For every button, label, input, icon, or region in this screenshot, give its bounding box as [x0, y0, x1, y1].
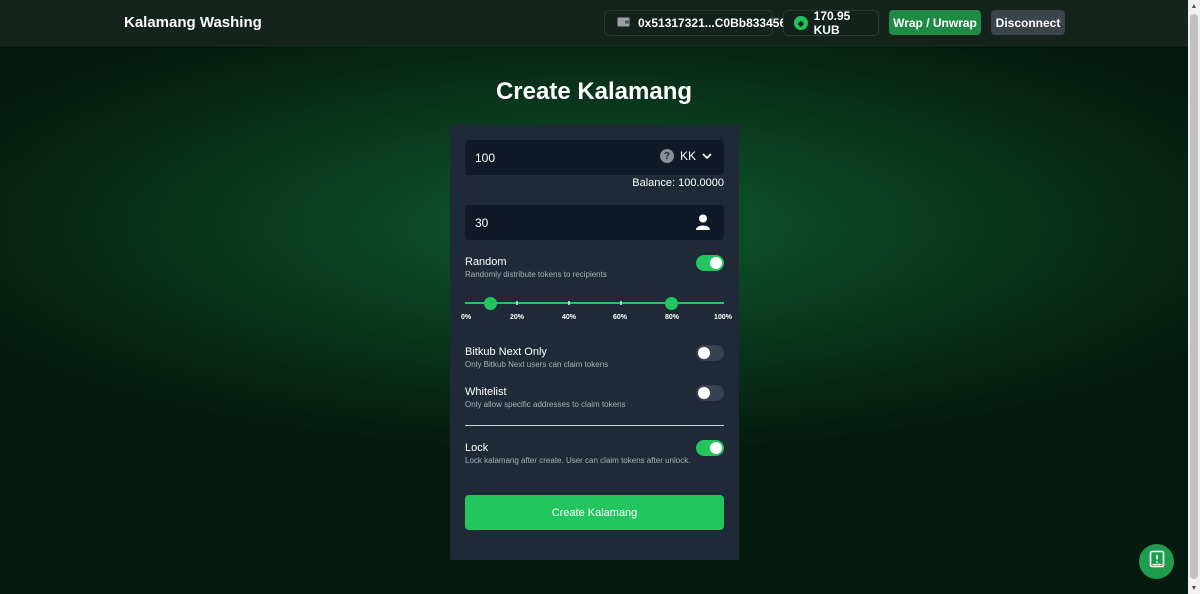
toggle-knob	[698, 387, 710, 399]
wallet-address: 0x51317321...C0Bb833456	[638, 16, 787, 30]
recipients-value: 30	[475, 215, 489, 230]
scroll-thumb[interactable]	[1190, 14, 1198, 579]
top-navbar: Kalamang Washing 0x51317321...C0Bb833456…	[0, 0, 1188, 46]
slider-tick-label: 80%	[664, 314, 680, 321]
whitelist-description: Only allow specific addresses to claim t…	[465, 400, 626, 409]
book-icon	[1149, 550, 1165, 573]
random-label: Random	[465, 256, 507, 268]
brand-title[interactable]: Kalamang Washing	[124, 14, 262, 31]
lock-label: Lock	[465, 442, 489, 454]
help-button[interactable]	[1139, 544, 1174, 579]
token-selector[interactable]: ? KK	[659, 149, 712, 163]
slider-tick-label: 0%	[460, 314, 472, 321]
range-max-thumb[interactable]	[665, 297, 678, 310]
scroll-down-arrow[interactable]: ▼	[1188, 582, 1200, 594]
kub-coin-icon: ◆	[794, 16, 808, 30]
kub-balance: 170.95 KUB	[813, 9, 851, 37]
amount-input[interactable]: 100 ? KK	[465, 140, 724, 175]
slider-tick-label: 20%	[509, 314, 525, 321]
wrap-unwrap-button[interactable]: Wrap / Unwrap	[889, 10, 981, 35]
recipients-input[interactable]: 30	[465, 205, 724, 240]
token-symbol: KK	[679, 149, 696, 163]
scroll-up-arrow[interactable]: ▲	[1188, 0, 1200, 12]
slider-tick-label: 40%	[561, 314, 577, 321]
wallet-address-button[interactable]: 0x51317321...C0Bb833456	[604, 10, 786, 36]
random-range-track[interactable]	[465, 301, 724, 305]
section-divider	[465, 425, 724, 426]
kub-balance-button[interactable]: ◆ 170.95 KUB	[783, 9, 879, 37]
page-title: Create Kalamang	[495, 78, 693, 105]
random-toggle[interactable]	[696, 255, 724, 271]
slider-tick-label: 100%	[714, 314, 732, 321]
lock-toggle[interactable]	[696, 440, 724, 456]
user-icon	[696, 214, 710, 233]
wallet-icon	[617, 16, 630, 30]
page-scrollbar[interactable]: ▲ ▼	[1188, 0, 1200, 594]
slider-dot	[516, 301, 518, 305]
bitkub-next-only-description: Only Bitkub Next users can claim tokens	[465, 360, 609, 369]
question-icon: ?	[659, 149, 674, 163]
whitelist-toggle[interactable]	[696, 385, 724, 401]
slider-dot	[620, 301, 622, 305]
toggle-knob	[710, 257, 722, 269]
range-min-thumb[interactable]	[484, 297, 497, 310]
lock-description: Lock kalamang after create. User can cla…	[465, 456, 691, 465]
token-balance: Balance: 100.0000	[632, 177, 724, 189]
whitelist-label: Whitelist	[465, 386, 507, 398]
bitkub-next-only-toggle[interactable]	[696, 345, 724, 361]
create-form-card: 100 ? KK Balance: 100.0000 30 Random Ran…	[450, 125, 739, 560]
chevron-down-icon	[702, 149, 712, 163]
toggle-knob	[710, 442, 722, 454]
disconnect-button[interactable]: Disconnect	[991, 10, 1065, 35]
bitkub-next-only-label: Bitkub Next Only	[465, 346, 547, 358]
slider-tick-label: 60%	[612, 314, 628, 321]
toggle-knob	[698, 347, 710, 359]
slider-dot	[568, 301, 570, 305]
amount-value: 100	[475, 150, 496, 165]
create-kalamang-button[interactable]: Create Kalamang	[465, 495, 724, 530]
random-description: Randomly distribute tokens to recipients	[465, 270, 607, 279]
